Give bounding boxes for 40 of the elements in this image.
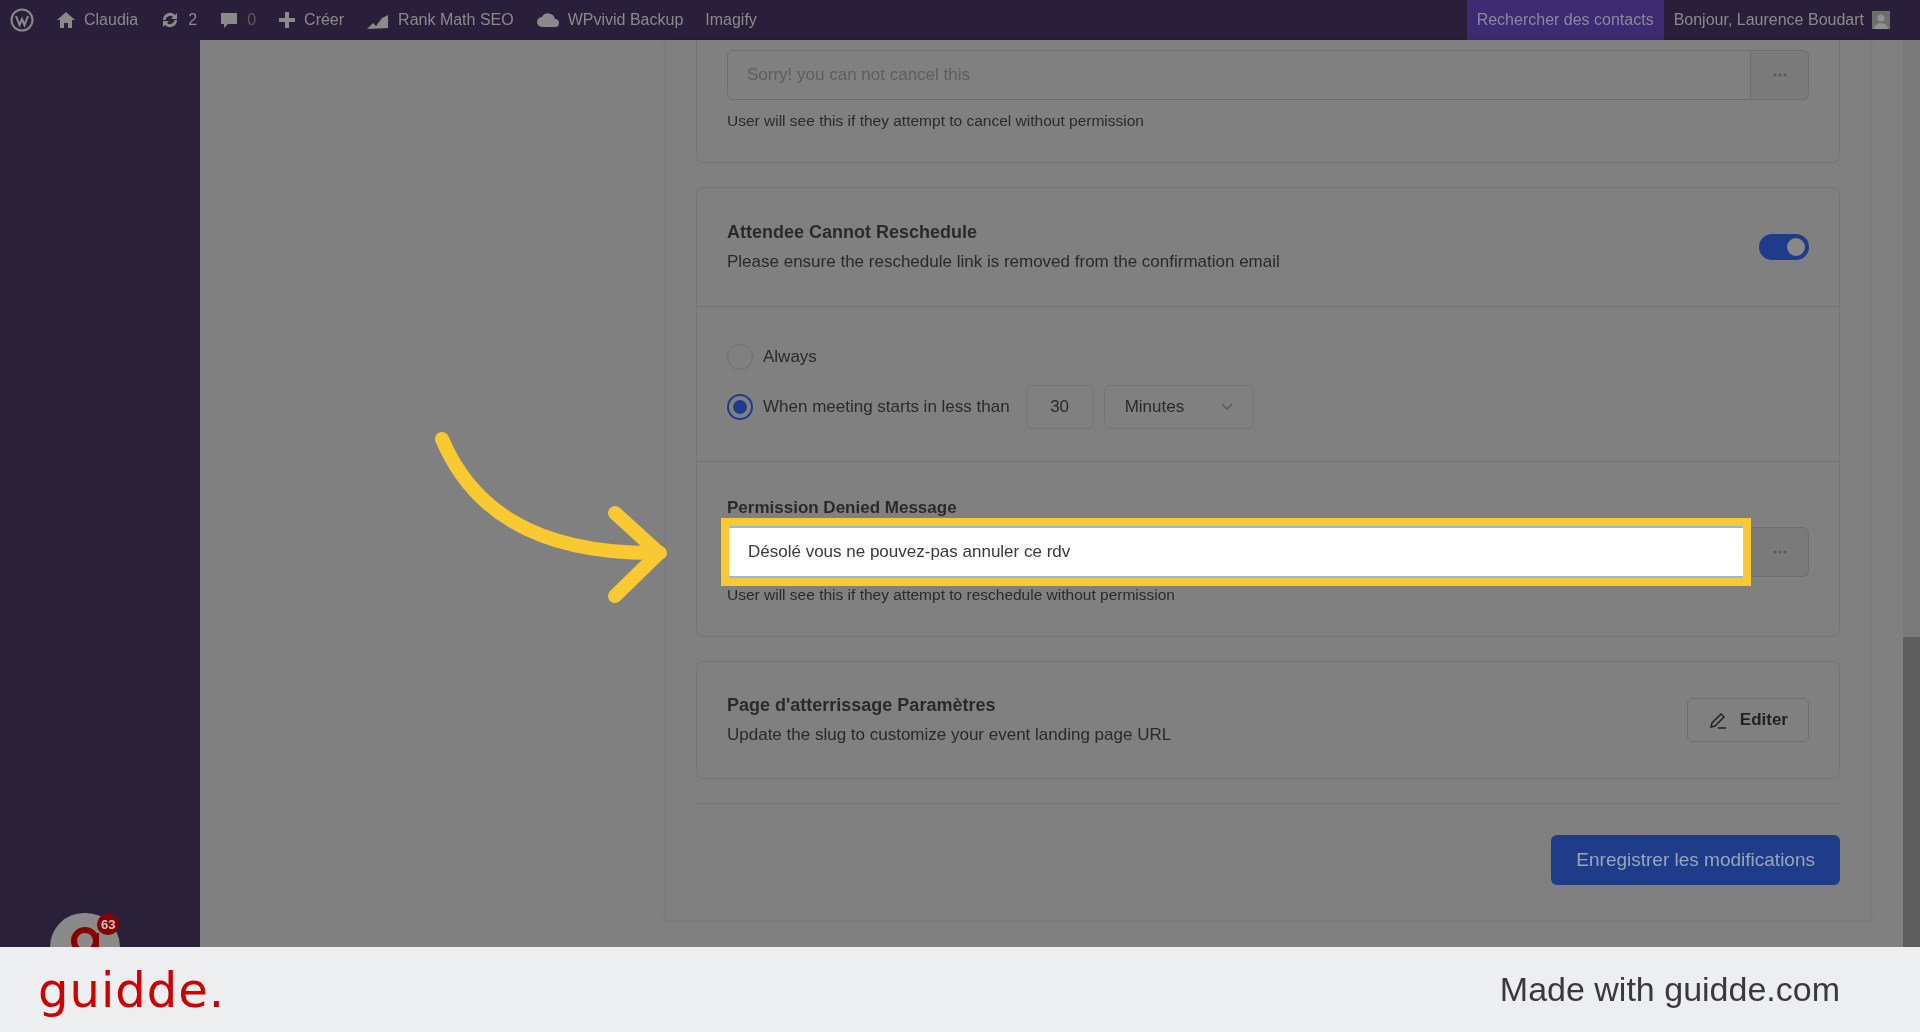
admin-bar-item[interactable]: Créer bbox=[278, 11, 345, 29]
search-contacts-link[interactable]: Rechercher des contacts bbox=[1466, 0, 1664, 40]
wordpress-logo-icon[interactable] bbox=[10, 8, 34, 32]
plus-icon bbox=[278, 11, 297, 29]
help-text: User will see this if they attempt to cancel without permission bbox=[727, 112, 1145, 130]
scrollbar-thumb[interactable] bbox=[1903, 637, 1920, 947]
radio-label: Always bbox=[763, 347, 817, 367]
toggle-switch[interactable] bbox=[1759, 234, 1809, 260]
number-input[interactable]: 30 bbox=[1025, 385, 1094, 429]
ellipsis-icon bbox=[1772, 73, 1787, 77]
admin-bar-item[interactable]: 0 bbox=[219, 10, 257, 30]
brand-logo: guidde. bbox=[38, 961, 225, 1018]
plugin-logo-icon[interactable] bbox=[50, 913, 120, 947]
help-text: User will see this if they attempt to reschedule without permission bbox=[727, 586, 1176, 604]
avatar-icon bbox=[1872, 11, 1890, 29]
ellipsis-icon bbox=[1772, 550, 1787, 554]
section-description: Please ensure the reschedule link is removed from the confirmation email bbox=[727, 252, 1280, 272]
chevron-down-icon bbox=[1220, 403, 1233, 411]
house-icon bbox=[56, 10, 76, 30]
comment-icon bbox=[219, 10, 240, 30]
cloud-icon bbox=[535, 11, 560, 29]
notification-badge: 63 bbox=[97, 914, 120, 935]
admin-bar-item[interactable]: 2 bbox=[160, 10, 198, 30]
section-description: Update the slug to customize your event landing page URL bbox=[727, 725, 1172, 745]
radio-label: When meeting starts in less than bbox=[763, 397, 1010, 417]
section-title: Attendee Cannot Reschedule bbox=[727, 222, 979, 243]
admin-bar-item[interactable]: Claudia bbox=[56, 10, 139, 30]
admin-bar-item[interactable]: WPvivid Backup bbox=[535, 11, 684, 29]
account-menu[interactable]: Bonjour, Laurence Boudart bbox=[1663, 0, 1900, 40]
save-button[interactable]: Enregistrer les modifications bbox=[1551, 835, 1840, 885]
admin-bar-item[interactable]: Rank Math SEO bbox=[366, 10, 514, 30]
radio-button[interactable] bbox=[727, 394, 753, 420]
admin-bar-item[interactable]: Imagify bbox=[705, 11, 757, 29]
section-title: Page d'atterrissage Paramètres bbox=[727, 695, 997, 716]
message-input[interactable]: Désolé vous ne pouvez-pas annuler ce rdv bbox=[729, 526, 1743, 578]
unit-dropdown[interactable]: Minutes bbox=[1103, 385, 1254, 429]
credit-text: Made with guidde.com bbox=[1499, 970, 1840, 1009]
edit-button[interactable]: Editer bbox=[1686, 698, 1809, 742]
pencil-icon bbox=[1707, 710, 1728, 730]
field-label: Permission Denied Message bbox=[727, 498, 958, 518]
